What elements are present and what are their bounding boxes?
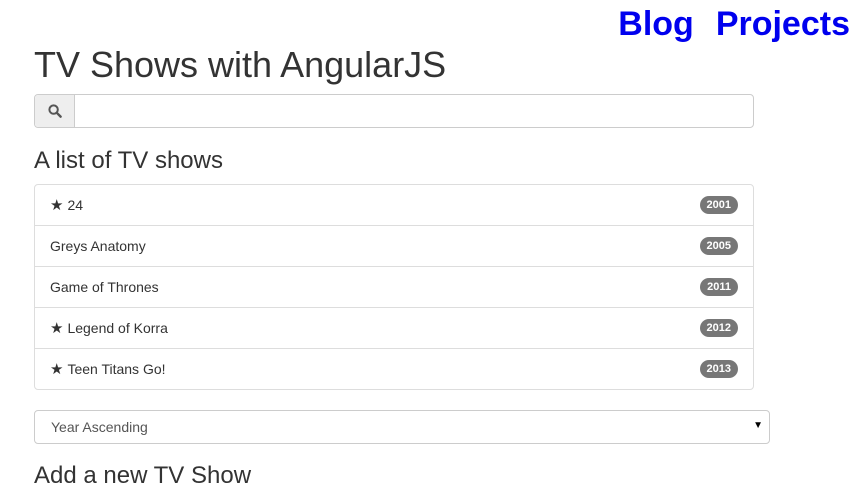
projects-link[interactable]: Projects [716,4,850,44]
star-icon: ★ [50,361,64,378]
show-name: Game of Thrones [50,279,159,295]
add-show-heading: Add a new TV Show [34,462,252,489]
list-heading: A list of TV shows [34,147,223,174]
year-badge: 2005 [699,237,738,255]
list-item[interactable]: Greys Anatomy 2005 [35,225,753,266]
search-group [34,94,754,128]
top-nav: Blog Projects [618,4,850,44]
show-list: ★ 24 2001 Greys Anatomy 2005 Game of Thrones 2… [34,184,754,390]
star-icon: ★ [50,320,64,337]
star-icon: ★ [50,197,64,214]
list-item[interactable]: ★ 24 2001 [35,185,753,225]
blog-link[interactable]: Blog [618,4,694,44]
search-input[interactable] [79,96,749,128]
list-item[interactable]: Game of Thrones 2011 [35,266,753,307]
sort-select-value: Year Ascending [51,419,148,435]
sort-select[interactable]: Year Ascending ▼ [34,410,770,444]
year-badge: 2012 [699,319,738,337]
year-badge: 2013 [699,360,738,378]
show-name: Greys Anatomy [50,238,146,254]
list-item[interactable]: ★ Legend of Korra 2012 [35,307,753,348]
show-name: Legend of Korra [67,320,168,336]
year-badge: 2001 [699,196,738,214]
chevron-down-icon: ▼ [753,420,763,431]
search-icon [35,95,75,127]
page-title: TV Shows with AngularJS [34,44,447,85]
list-item[interactable]: ★ Teen Titans Go! 2013 [35,348,753,389]
show-name: 24 [67,197,84,213]
show-name: Teen Titans Go! [67,361,166,377]
year-badge: 2011 [700,278,738,296]
